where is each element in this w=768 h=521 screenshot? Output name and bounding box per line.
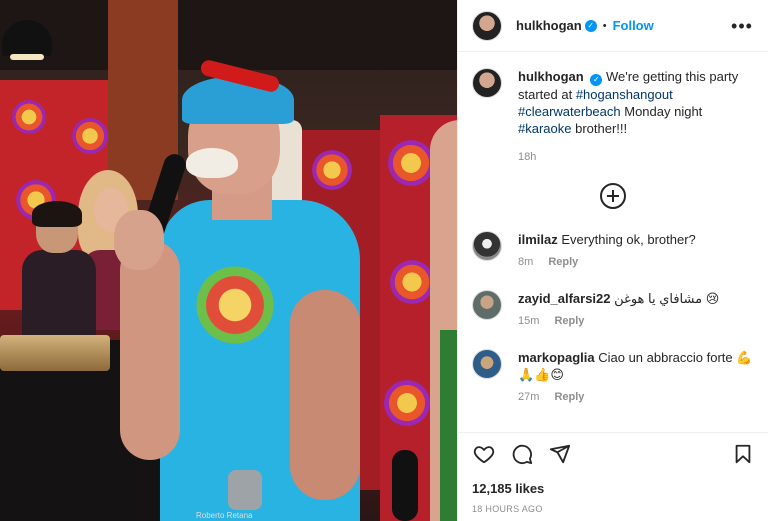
verified-badge-icon: ✓ <box>590 74 603 86</box>
plus-circle-icon[interactable] <box>600 183 626 209</box>
comment-text: markopaglia Ciao un abbraccio forte 💪🙏👍😊 <box>518 349 754 383</box>
reply-button[interactable]: Reply <box>554 315 584 327</box>
comment-item: ilmilaz Everything ok, brother? 8m Reply <box>472 231 754 268</box>
caption-username[interactable]: hulkhogan <box>518 69 584 84</box>
instagram-post: Roberto Retana hulkhogan ✓ • Follow ••• … <box>0 0 768 521</box>
comment-meta: 15m Reply <box>518 315 754 327</box>
load-more-comments[interactable] <box>472 183 754 209</box>
comment-body: Everything ok, brother? <box>561 232 696 247</box>
post-sidebar: hulkhogan ✓ • Follow ••• hulkhogan ✓ We'… <box>457 0 768 521</box>
post-actions: 12,185 likes 18 HOURS AGO <box>458 432 768 514</box>
photo-edge-shirt <box>440 330 457 521</box>
comment-meta: 27m Reply <box>518 391 754 403</box>
caption: hulkhogan ✓ We're getting this party sta… <box>472 68 754 163</box>
action-icons <box>472 439 755 469</box>
avatar[interactable] <box>472 349 502 379</box>
reply-button[interactable]: Reply <box>548 256 578 268</box>
hashtag-link[interactable]: #hoganshangout <box>576 87 673 102</box>
photo-logo <box>12 100 46 134</box>
post-timestamp[interactable]: 18 HOURS AGO <box>472 504 755 514</box>
caption-text-after: brother!!! <box>571 121 628 136</box>
comment-timestamp[interactable]: 27m <box>518 391 539 403</box>
comment-username[interactable]: ilmilaz <box>518 232 558 247</box>
photo-logo <box>390 260 434 304</box>
avatar[interactable] <box>472 10 502 41</box>
photo-food-tray <box>0 335 110 371</box>
comment-bubble-icon[interactable] <box>510 442 534 466</box>
post-header: hulkhogan ✓ • Follow ••• <box>458 0 768 52</box>
avatar[interactable] <box>472 231 502 261</box>
bookmark-icon[interactable] <box>731 442 755 466</box>
caption-text: hulkhogan ✓ We're getting this party sta… <box>518 68 744 137</box>
comment-username[interactable]: markopaglia <box>518 350 595 365</box>
photo-singer <box>114 58 380 521</box>
comment-item: markopaglia Ciao un abbraccio forte 💪🙏👍😊… <box>472 349 754 403</box>
photo-logo <box>384 380 430 426</box>
comment-text: ilmilaz Everything ok, brother? <box>518 231 754 248</box>
comment-username[interactable]: zayid_alfarsi22 <box>518 291 611 306</box>
comment-text: zayid_alfarsi22 مشافاي يا هوغن 😢 <box>518 290 754 307</box>
more-options-icon[interactable]: ••• <box>730 14 754 38</box>
comment-item: zayid_alfarsi22 مشافاي يا هوغن 😢 15m Rep… <box>472 290 754 327</box>
comment-body: مشافاي يا هوغن 😢 <box>614 291 720 306</box>
caption-timestamp[interactable]: 18h <box>518 151 744 163</box>
post-photo[interactable]: Roberto Retana <box>0 0 457 521</box>
comment-meta: 8m Reply <box>518 256 754 268</box>
hashtag-link[interactable]: #karaoke <box>518 121 571 136</box>
photo-boy <box>22 201 96 335</box>
heart-icon[interactable] <box>472 442 496 466</box>
follow-button[interactable]: Follow <box>613 18 654 33</box>
avatar[interactable] <box>472 68 502 98</box>
comment-timestamp[interactable]: 15m <box>518 315 539 327</box>
comment-timestamp[interactable]: 8m <box>518 256 533 268</box>
paper-plane-icon[interactable] <box>548 442 572 466</box>
photo-logo <box>72 118 108 154</box>
header-username[interactable]: hulkhogan <box>516 18 582 33</box>
avatar[interactable] <box>472 290 502 320</box>
photo-logo <box>388 140 434 186</box>
reply-button[interactable]: Reply <box>554 391 584 403</box>
photo-second-mic <box>392 450 418 521</box>
verified-badge-icon: ✓ <box>584 19 597 32</box>
hashtag-link[interactable]: #clearwaterbeach <box>518 104 621 119</box>
comments-section: hulkhogan ✓ We're getting this party sta… <box>458 52 768 427</box>
photo-credit: Roberto Retana <box>196 511 253 520</box>
caption-text-middle: Monday night <box>620 104 703 119</box>
header-separator: • <box>602 19 607 32</box>
likes-count[interactable]: 12,185 likes <box>472 481 755 496</box>
